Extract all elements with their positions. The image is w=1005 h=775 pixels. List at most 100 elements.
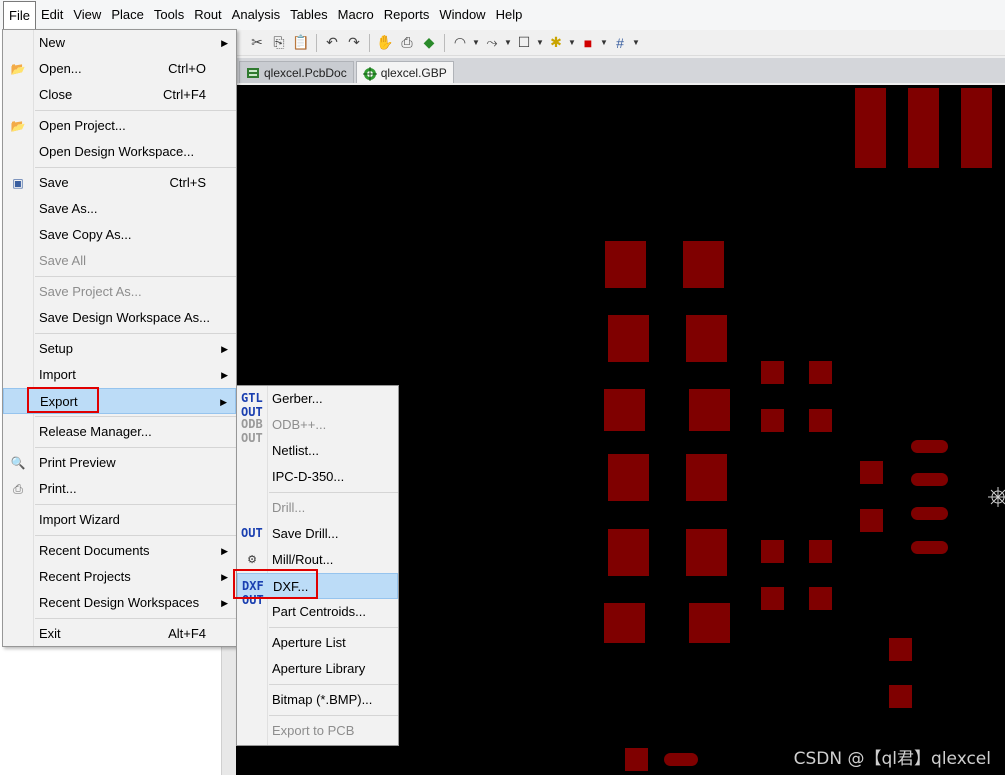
pan-hand-icon[interactable]: ✋ [374, 32, 396, 54]
tab-gbp[interactable]: qlexcel.GBP [355, 61, 454, 83]
menu-edit[interactable]: Edit [36, 1, 68, 29]
menu-separator [269, 492, 398, 493]
oval-pad [911, 473, 948, 486]
menu-item-label: Exit [39, 626, 61, 641]
menu-reports[interactable]: Reports [379, 1, 435, 29]
menu-item-release-manager[interactable]: Release Manager... [3, 419, 236, 445]
menu-item-label: Mill/Rout... [272, 552, 334, 567]
pad [604, 389, 645, 431]
chevron-down-icon[interactable]: ▼ [503, 38, 513, 47]
tab-pcbdoc[interactable]: qlexcel.PcbDoc [239, 61, 354, 83]
menu-item-label: Import Wizard [39, 512, 120, 527]
arc-icon[interactable]: ◠ [449, 32, 471, 54]
menu-item-recent-documents[interactable]: Recent Documents ▶ [3, 538, 236, 564]
menu-item-save-as[interactable]: Save As... [3, 196, 236, 222]
menu-file[interactable]: File [3, 1, 36, 30]
menu-item-open[interactable]: 📂 Open... Ctrl+O [3, 56, 236, 82]
menu-item-save-project-as[interactable]: Save Project As... [3, 279, 236, 305]
menu-item-open-project[interactable]: 📂 Open Project... [3, 113, 236, 139]
print-icon[interactable]: ⎙ [396, 32, 418, 54]
undo-icon[interactable]: ↶ [321, 32, 343, 54]
menu-item-save-workspace-as[interactable]: Save Design Workspace As... [3, 305, 236, 331]
submenu-arrow-icon: ▶ [221, 598, 228, 608]
submenu-arrow-icon: ▶ [221, 38, 228, 48]
rectangle-icon[interactable]: ☐ [513, 32, 535, 54]
oval-pad [911, 507, 948, 520]
menu-item-label: Drill... [272, 500, 306, 515]
menu-item-print-preview[interactable]: 🔍 Print Preview [3, 450, 236, 476]
menu-item-print[interactable]: ⎙ Print... [3, 476, 236, 502]
oval-pad [911, 440, 948, 453]
menu-item-aperture-library[interactable]: Aperture Library [237, 656, 398, 682]
menu-item-ipc-d-350[interactable]: IPC-D-350... [237, 464, 398, 490]
menu-item-label: Save As... [39, 201, 98, 216]
menu-item-label: Close [39, 87, 73, 102]
menu-separator [35, 333, 236, 334]
menu-rout[interactable]: Rout [189, 1, 226, 29]
menu-separator [269, 684, 398, 685]
menu-item-bitmap[interactable]: Bitmap (*.BMP)... [237, 687, 398, 713]
menu-item-netlist[interactable]: Netlist... [237, 438, 398, 464]
menu-item-odb[interactable]: ODB OUT ODB++... [237, 412, 398, 445]
pad [889, 685, 912, 708]
highlight-icon[interactable]: ✱ [545, 32, 567, 54]
pad [683, 241, 724, 288]
color-icon[interactable]: ■ [577, 32, 599, 54]
menu-item-close[interactable]: Close Ctrl+F4 [3, 82, 236, 108]
annotation-box-export [27, 387, 99, 413]
cut-icon[interactable]: ✂ [246, 32, 268, 54]
odb-out-icon: ODB OUT [241, 417, 263, 445]
copy-icon[interactable]: ⎘ [268, 32, 290, 54]
route-icon[interactable]: ⤳ [481, 32, 503, 54]
menu-item-gerber[interactable]: GTL OUT Gerber... [237, 386, 398, 419]
menu-tools[interactable]: Tools [149, 1, 189, 29]
menu-item-part-centroids[interactable]: Part Centroids... [237, 599, 398, 625]
menu-separator [35, 276, 236, 277]
toolbar-separator [369, 33, 370, 52]
menu-separator [35, 447, 236, 448]
menu-macro[interactable]: Macro [333, 1, 379, 29]
menu-analysis[interactable]: Analysis [227, 1, 285, 29]
chevron-down-icon[interactable]: ▼ [535, 38, 545, 47]
menu-item-new[interactable]: New ▶ [3, 30, 236, 56]
menu-item-import-wizard[interactable]: Import Wizard [3, 507, 236, 533]
menu-item-save-copy-as[interactable]: Save Copy As... [3, 222, 236, 248]
pad [605, 241, 646, 288]
shortcut: Alt+F4 [168, 626, 206, 641]
menu-item-label: Export to PCB [272, 723, 355, 738]
menu-item-save-drill[interactable]: OUT Save Drill... [237, 521, 398, 547]
menu-item-exit[interactable]: Exit Alt+F4 [3, 621, 236, 647]
menu-item-label: Recent Design Workspaces [39, 595, 200, 610]
menu-item-recent-workspaces[interactable]: Recent Design Workspaces ▶ [3, 590, 236, 616]
grid-icon[interactable]: # [609, 32, 631, 54]
menu-item-save[interactable]: ▣ Save Ctrl+S [3, 170, 236, 196]
menu-item-import[interactable]: Import ▶ [3, 362, 236, 388]
menu-item-setup[interactable]: Setup ▶ [3, 336, 236, 362]
menu-item-recent-projects[interactable]: Recent Projects ▶ [3, 564, 236, 590]
shortcut: Ctrl+O [168, 61, 206, 76]
paste-icon[interactable]: 📋 [290, 32, 312, 54]
menu-help[interactable]: Help [491, 1, 528, 29]
submenu-arrow-icon: ▶ [221, 344, 228, 354]
pad [608, 529, 649, 576]
menu-view[interactable]: View [68, 1, 106, 29]
menu-item-save-all[interactable]: Save All [3, 248, 236, 274]
toolbar-separator [316, 33, 317, 52]
menu-item-label: Save Design Workspace As... [39, 310, 211, 325]
menu-tables[interactable]: Tables [285, 1, 333, 29]
layer-icon[interactable]: ◆ [418, 32, 440, 54]
chevron-down-icon[interactable]: ▼ [567, 38, 577, 47]
chevron-down-icon[interactable]: ▼ [599, 38, 609, 47]
pad [761, 587, 784, 610]
menu-item-label: Aperture List [272, 635, 346, 650]
menu-item-aperture-list[interactable]: Aperture List [237, 630, 398, 656]
redo-icon[interactable]: ↷ [343, 32, 365, 54]
menu-place[interactable]: Place [106, 1, 149, 29]
menu-item-drill[interactable]: Drill... [237, 495, 398, 521]
menu-item-open-workspace[interactable]: Open Design Workspace... [3, 139, 236, 165]
menu-window[interactable]: Window [434, 1, 490, 29]
crosshair-icon [988, 487, 1005, 507]
chevron-down-icon[interactable]: ▼ [471, 38, 481, 47]
chevron-down-icon[interactable]: ▼ [631, 38, 641, 47]
menu-item-export-to-pcb[interactable]: Export to PCB [237, 718, 398, 744]
